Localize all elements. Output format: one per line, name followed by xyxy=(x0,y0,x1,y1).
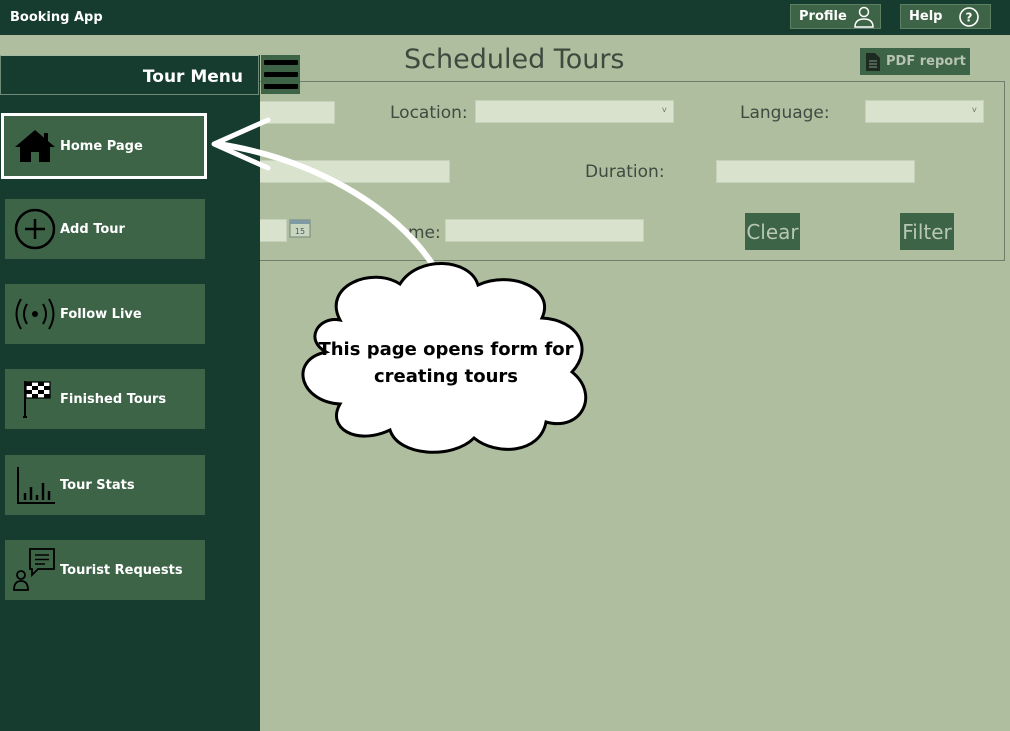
menu-header: Tour Menu xyxy=(0,55,259,95)
help-button[interactable]: Help ? xyxy=(900,4,991,29)
filter-button[interactable]: Filter xyxy=(900,213,954,250)
time-label: me: xyxy=(408,223,441,243)
broadcast-icon xyxy=(10,289,60,339)
sidebar-item-tour-stats[interactable]: Tour Stats xyxy=(5,455,205,515)
document-icon xyxy=(866,52,880,71)
page-title: Scheduled Tours xyxy=(404,44,625,75)
sidebar-item-label: Tour Stats xyxy=(60,477,135,493)
chevron-down-icon: ˅ xyxy=(971,105,977,115)
app-title: Booking App xyxy=(10,10,103,25)
sidebar-item-home-page[interactable]: Home Page xyxy=(1,113,207,179)
profile-label: Profile xyxy=(799,9,847,24)
callout-line: creating tours xyxy=(373,366,519,387)
calendar-icon[interactable]: 15 xyxy=(289,218,311,238)
svg-text:?: ? xyxy=(966,10,973,24)
sidebar-item-label: Add Tour xyxy=(60,221,125,237)
sidebar-item-finished-tours[interactable]: Finished Tours xyxy=(5,369,205,429)
clear-button[interactable]: Clear xyxy=(745,213,800,250)
pdf-report-button[interactable]: PDF report xyxy=(860,48,970,75)
sidebar-item-label: Finished Tours xyxy=(60,391,167,407)
sidebar-item-label: Tourist Requests xyxy=(60,562,183,578)
duration-field[interactable] xyxy=(716,160,915,183)
plus-circle-icon xyxy=(10,204,60,254)
pdf-report-label: PDF report xyxy=(886,54,966,69)
hamburger-line xyxy=(264,84,298,89)
location-select[interactable]: ˅ xyxy=(475,100,674,123)
hamburger-menu-icon[interactable] xyxy=(261,55,300,94)
sidebar-item-label: Follow Live xyxy=(60,306,142,322)
sidebar-item-label: Home Page xyxy=(60,138,143,154)
home-icon xyxy=(10,121,60,171)
help-label: Help xyxy=(909,9,943,24)
date-range-field[interactable] xyxy=(255,160,450,183)
bar-chart-icon xyxy=(10,460,60,510)
location-label: Location: xyxy=(390,103,468,123)
hamburger-line xyxy=(264,60,298,65)
sidebar-item-tourist-requests[interactable]: Tourist Requests xyxy=(5,540,205,600)
language-select[interactable]: ˅ xyxy=(865,100,984,123)
language-label: Language: xyxy=(740,103,830,123)
profile-button[interactable]: Profile xyxy=(790,4,881,29)
person-message-icon xyxy=(10,545,60,595)
user-icon xyxy=(854,6,874,28)
menu-title: Tour Menu xyxy=(142,67,243,87)
callout-line: This page opens form for xyxy=(318,339,574,360)
question-icon: ? xyxy=(959,6,980,27)
callout-text: This page opens form for creating tours xyxy=(310,336,582,390)
hamburger-line xyxy=(264,72,298,77)
svg-text:15: 15 xyxy=(295,227,305,236)
sidebar: Tour Menu Home Page Add Tour Follow Live… xyxy=(0,55,260,731)
name-field[interactable] xyxy=(255,101,335,124)
sidebar-item-add-tour[interactable]: Add Tour xyxy=(5,199,205,259)
checkered-flag-icon xyxy=(10,374,60,424)
duration-label: Duration: xyxy=(585,162,665,182)
top-bar: Booking App Profile Help ? xyxy=(0,0,1010,35)
chevron-down-icon: ˅ xyxy=(661,105,667,115)
sidebar-item-follow-live[interactable]: Follow Live xyxy=(5,284,205,344)
time-field[interactable] xyxy=(445,219,644,242)
